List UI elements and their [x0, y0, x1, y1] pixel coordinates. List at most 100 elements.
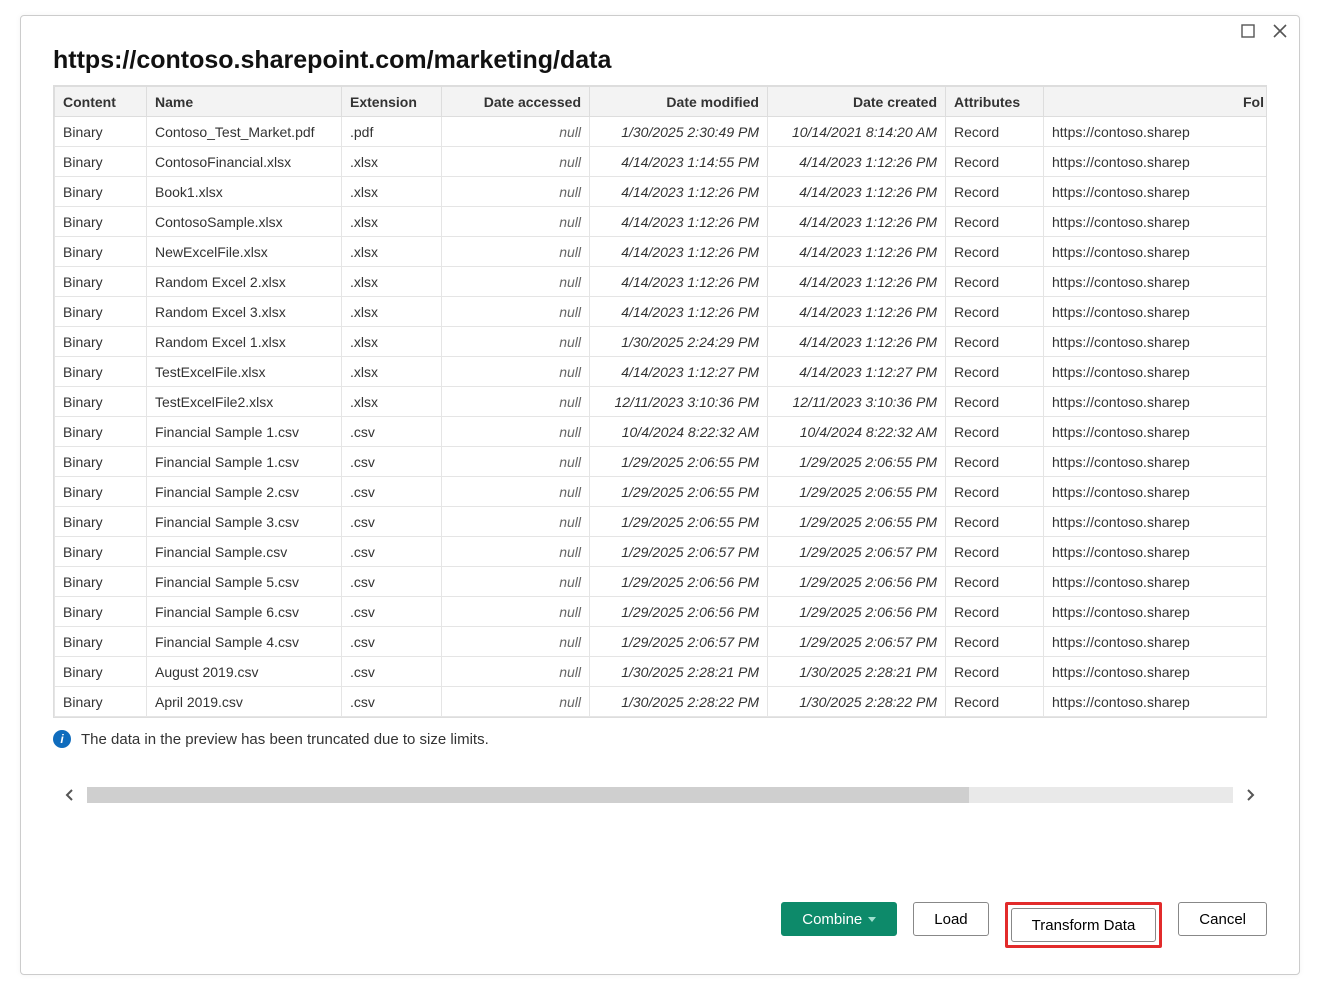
table-row[interactable]: BinaryRandom Excel 2.xlsx.xlsxnull4/14/2… — [55, 267, 1268, 297]
cell-ext: .csv — [342, 477, 442, 507]
scrollbar-track[interactable] — [87, 787, 1233, 803]
col-header-attributes[interactable]: Attributes — [946, 87, 1044, 117]
cell-name: Random Excel 2.xlsx — [147, 267, 342, 297]
cell-folder: https://contoso.sharep — [1044, 417, 1268, 447]
cell-created: 4/14/2023 1:12:26 PM — [768, 327, 946, 357]
cell-name: Financial Sample.csv — [147, 537, 342, 567]
cell-attr: Record — [946, 237, 1044, 267]
cell-attr: Record — [946, 507, 1044, 537]
col-header-folder[interactable]: Fol — [1044, 87, 1268, 117]
dialog-footer: Combine Load Transform Data Cancel — [21, 884, 1299, 974]
table-row[interactable]: BinaryContosoSample.xlsx.xlsxnull4/14/20… — [55, 207, 1268, 237]
table-row[interactable]: BinaryNewExcelFile.xlsx.xlsxnull4/14/202… — [55, 237, 1268, 267]
table-row[interactable]: BinaryTestExcelFile.xlsx.xlsxnull4/14/20… — [55, 357, 1268, 387]
cell-ext: .csv — [342, 687, 442, 717]
cell-folder: https://contoso.sharep — [1044, 627, 1268, 657]
cell-attr: Record — [946, 267, 1044, 297]
cell-content: Binary — [55, 357, 147, 387]
table-row[interactable]: BinaryFinancial Sample 1.csv.csvnull10/4… — [55, 417, 1268, 447]
cell-content: Binary — [55, 237, 147, 267]
table-row[interactable]: BinaryFinancial Sample 1.csv.csvnull1/29… — [55, 447, 1268, 477]
cell-name: Book1.xlsx — [147, 177, 342, 207]
cell-accessed: null — [442, 327, 590, 357]
combine-button[interactable]: Combine — [781, 902, 897, 936]
table-row[interactable]: BinaryTestExcelFile2.xlsx.xlsxnull12/11/… — [55, 387, 1268, 417]
cell-modified: 1/29/2025 2:06:56 PM — [590, 567, 768, 597]
cell-attr: Record — [946, 387, 1044, 417]
cell-accessed: null — [442, 177, 590, 207]
maximize-icon[interactable] — [1239, 22, 1257, 40]
table-row[interactable]: BinaryFinancial Sample 4.csv.csvnull1/29… — [55, 627, 1268, 657]
load-button[interactable]: Load — [913, 902, 988, 936]
table-row[interactable]: BinaryFinancial Sample 2.csv.csvnull1/29… — [55, 477, 1268, 507]
cell-modified: 1/29/2025 2:06:55 PM — [590, 507, 768, 537]
cell-content: Binary — [55, 537, 147, 567]
cell-content: Binary — [55, 147, 147, 177]
table-row[interactable]: BinaryContosoFinancial.xlsx.xlsxnull4/14… — [55, 147, 1268, 177]
cell-modified: 1/30/2025 2:30:49 PM — [590, 117, 768, 147]
cell-created: 4/14/2023 1:12:26 PM — [768, 207, 946, 237]
cell-accessed: null — [442, 507, 590, 537]
horizontal-scrollbar[interactable] — [53, 784, 1267, 806]
cell-accessed: null — [442, 387, 590, 417]
cell-attr: Record — [946, 627, 1044, 657]
cell-created: 1/29/2025 2:06:56 PM — [768, 597, 946, 627]
scroll-right-icon[interactable] — [1233, 785, 1267, 805]
scroll-left-icon[interactable] — [53, 785, 87, 805]
close-icon[interactable] — [1271, 22, 1289, 40]
cell-ext: .xlsx — [342, 207, 442, 237]
col-header-created[interactable]: Date created — [768, 87, 946, 117]
cell-created: 1/29/2025 2:06:56 PM — [768, 567, 946, 597]
scrollbar-thumb[interactable] — [87, 787, 969, 803]
cell-attr: Record — [946, 687, 1044, 717]
table-row[interactable]: BinaryApril 2019.csv.csvnull1/30/2025 2:… — [55, 687, 1268, 717]
col-header-name[interactable]: Name — [147, 87, 342, 117]
window-titlebar — [21, 16, 1299, 40]
col-header-modified[interactable]: Date modified — [590, 87, 768, 117]
cell-accessed: null — [442, 267, 590, 297]
highlight-annotation: Transform Data — [1005, 902, 1163, 948]
cell-folder: https://contoso.sharep — [1044, 567, 1268, 597]
table-row[interactable]: BinaryRandom Excel 3.xlsx.xlsxnull4/14/2… — [55, 297, 1268, 327]
cell-content: Binary — [55, 477, 147, 507]
cell-name: Financial Sample 4.csv — [147, 627, 342, 657]
cell-modified: 12/11/2023 3:10:36 PM — [590, 387, 768, 417]
cancel-button[interactable]: Cancel — [1178, 902, 1267, 936]
table-row[interactable]: BinaryAugust 2019.csv.csvnull1/30/2025 2… — [55, 657, 1268, 687]
col-header-extension[interactable]: Extension — [342, 87, 442, 117]
col-header-content[interactable]: Content — [55, 87, 147, 117]
table-row[interactable]: BinaryFinancial Sample.csv.csvnull1/29/2… — [55, 537, 1268, 567]
cell-content: Binary — [55, 327, 147, 357]
info-icon: i — [53, 730, 71, 748]
cell-ext: .xlsx — [342, 177, 442, 207]
table-row[interactable]: BinaryFinancial Sample 6.csv.csvnull1/29… — [55, 597, 1268, 627]
cell-accessed: null — [442, 417, 590, 447]
cell-folder: https://contoso.sharep — [1044, 507, 1268, 537]
cell-modified: 1/30/2025 2:24:29 PM — [590, 327, 768, 357]
cell-name: ContosoFinancial.xlsx — [147, 147, 342, 177]
cell-folder: https://contoso.sharep — [1044, 357, 1268, 387]
cell-ext: .xlsx — [342, 327, 442, 357]
col-header-accessed[interactable]: Date accessed — [442, 87, 590, 117]
cell-name: Financial Sample 6.csv — [147, 597, 342, 627]
cell-accessed: null — [442, 357, 590, 387]
cell-name: Financial Sample 5.csv — [147, 567, 342, 597]
cell-attr: Record — [946, 567, 1044, 597]
cell-created: 4/14/2023 1:12:26 PM — [768, 267, 946, 297]
table-row[interactable]: BinaryContoso_Test_Market.pdf.pdfnull1/3… — [55, 117, 1268, 147]
dialog-header: https://contoso.sharepoint.com/marketing… — [21, 40, 1299, 85]
cell-name: NewExcelFile.xlsx — [147, 237, 342, 267]
cell-created: 1/29/2025 2:06:57 PM — [768, 537, 946, 567]
cell-content: Binary — [55, 597, 147, 627]
table-row[interactable]: BinaryBook1.xlsx.xlsxnull4/14/2023 1:12:… — [55, 177, 1268, 207]
cell-accessed: null — [442, 117, 590, 147]
cell-accessed: null — [442, 237, 590, 267]
table-row[interactable]: BinaryFinancial Sample 3.csv.csvnull1/29… — [55, 507, 1268, 537]
transform-data-button[interactable]: Transform Data — [1011, 908, 1157, 942]
cell-folder: https://contoso.sharep — [1044, 267, 1268, 297]
cell-attr: Record — [946, 177, 1044, 207]
table-row[interactable]: BinaryRandom Excel 1.xlsx.xlsxnull1/30/2… — [55, 327, 1268, 357]
cell-modified: 4/14/2023 1:12:26 PM — [590, 177, 768, 207]
cell-created: 10/4/2024 8:22:32 AM — [768, 417, 946, 447]
table-row[interactable]: BinaryFinancial Sample 5.csv.csvnull1/29… — [55, 567, 1268, 597]
